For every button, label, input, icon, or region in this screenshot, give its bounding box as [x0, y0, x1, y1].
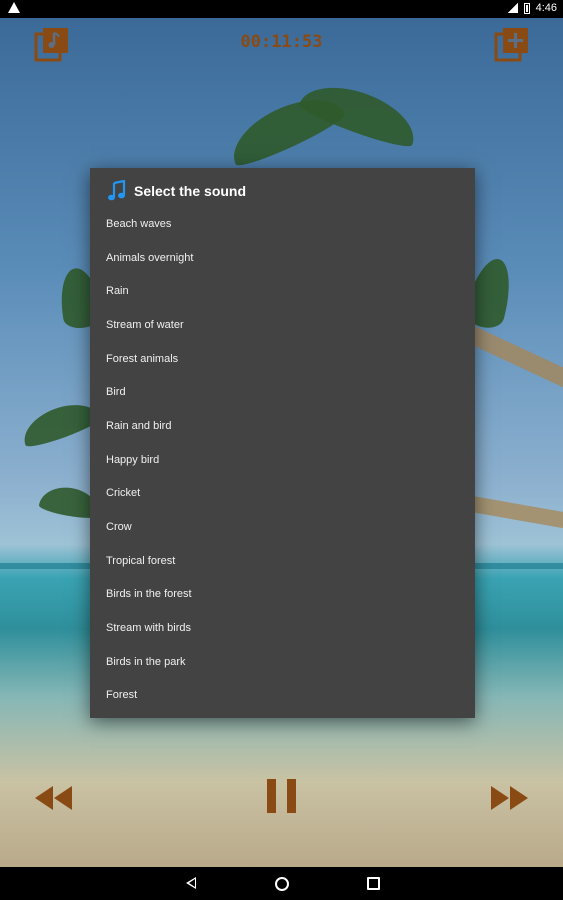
sound-item[interactable]: Tropical forest [90, 544, 475, 578]
dialog-title-text: Select the sound [134, 183, 247, 199]
battery-icon [523, 2, 530, 14]
sound-item[interactable]: Stream with birds [90, 611, 475, 645]
sound-item[interactable]: Birds in the park [90, 645, 475, 679]
sound-item[interactable]: Forest [90, 679, 475, 713]
sound-item[interactable]: Cricket [90, 477, 475, 511]
back-icon[interactable] [186, 877, 196, 889]
sound-item[interactable]: Beach waves [90, 207, 475, 241]
sound-item[interactable]: Birds in the forest [90, 578, 475, 612]
rewind-icon[interactable] [35, 786, 73, 815]
status-time: 4:46 [535, 2, 557, 14]
status-bar: 4:46 [0, 0, 563, 18]
warning-icon [8, 2, 20, 13]
recents-icon[interactable] [367, 877, 380, 890]
dialog-title: Select the sound [106, 178, 246, 204]
pause-icon[interactable] [266, 779, 298, 818]
palm-leaf [296, 73, 424, 153]
sound-item[interactable]: Happy bird [90, 443, 475, 477]
fast-forward-icon[interactable] [491, 786, 529, 815]
signal-icon [507, 3, 518, 13]
navigation-bar [0, 867, 563, 900]
music-note-icon [108, 180, 126, 201]
sound-item[interactable]: Animals overnight [90, 241, 475, 275]
sound-item[interactable]: Bird [90, 375, 475, 409]
sound-item[interactable]: Stream of water [90, 308, 475, 342]
home-icon[interactable] [275, 877, 289, 891]
sound-item[interactable]: Forest animals [90, 342, 475, 376]
sound-item[interactable]: Crow [90, 510, 475, 544]
add-playlist-icon[interactable] [494, 26, 530, 62]
sound-item[interactable]: Rain [90, 274, 475, 308]
sound-item[interactable]: Rain and bird [90, 409, 475, 443]
timer-display: 00:11:53 [240, 32, 323, 52]
select-sound-dialog: Select the sound Beach waves Animals ove… [90, 168, 475, 718]
sound-list: Beach waves Animals overnight Rain Strea… [90, 207, 475, 712]
